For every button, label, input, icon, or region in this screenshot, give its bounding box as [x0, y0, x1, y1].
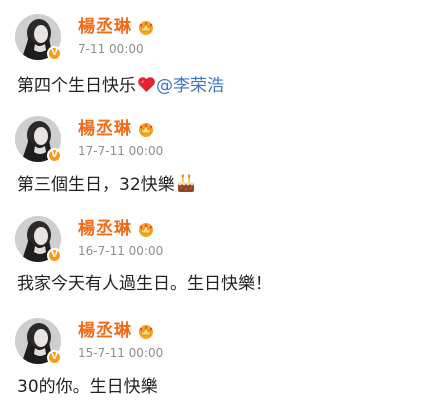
verified-badge-icon: V — [47, 248, 62, 263]
avatar[interactable]: V — [15, 318, 62, 365]
post-content: 30的你。生日快樂 — [17, 376, 158, 398]
name-row: 楊丞琳 — [78, 16, 155, 38]
verified-badge-icon: V — [47, 46, 62, 61]
post-timestamp[interactable]: 17-7-11 00:00 — [78, 144, 163, 158]
post-text: 第四个生日快乐 — [17, 76, 136, 96]
username-link[interactable]: 楊丞琳 — [78, 119, 132, 139]
cake-icon — [177, 174, 194, 192]
username-link[interactable]: 楊丞琳 — [78, 321, 132, 341]
name-row: 楊丞琳 — [78, 118, 155, 140]
vip-crown-icon[interactable] — [137, 323, 155, 339]
post-text: 30的你。生日快樂 — [17, 377, 158, 397]
post-timestamp[interactable]: 7-11 00:00 — [78, 42, 144, 56]
verified-badge-icon: V — [47, 350, 62, 365]
username-link[interactable]: 楊丞琳 — [78, 219, 132, 239]
vip-crown-icon[interactable] — [137, 221, 155, 237]
post-text: 我家今天有人過生日。生日快樂！ — [17, 274, 272, 294]
avatar[interactable]: V — [15, 116, 62, 163]
avatar[interactable]: V — [15, 14, 62, 61]
name-row: 楊丞琳 — [78, 320, 155, 342]
post-timestamp[interactable]: 15-7-11 00:00 — [78, 346, 163, 360]
mention-link[interactable]: @李荣浩 — [156, 76, 224, 96]
post-timestamp[interactable]: 16-7-11 00:00 — [78, 244, 163, 258]
post-content: 我家今天有人過生日。生日快樂！ — [17, 273, 272, 295]
post-content: 第三個生日，32快樂 — [17, 174, 196, 196]
verified-badge-icon: V — [47, 148, 62, 163]
name-row: 楊丞琳 — [78, 218, 155, 240]
post-content: 第四个生日快乐 @李荣浩 — [17, 75, 224, 97]
post-text: 第三個生日，32快樂 — [17, 175, 175, 195]
vip-crown-icon[interactable] — [137, 121, 155, 137]
vip-crown-icon[interactable] — [137, 19, 155, 35]
heart-icon — [138, 77, 155, 93]
avatar[interactable]: V — [15, 216, 62, 263]
username-link[interactable]: 楊丞琳 — [78, 17, 132, 37]
